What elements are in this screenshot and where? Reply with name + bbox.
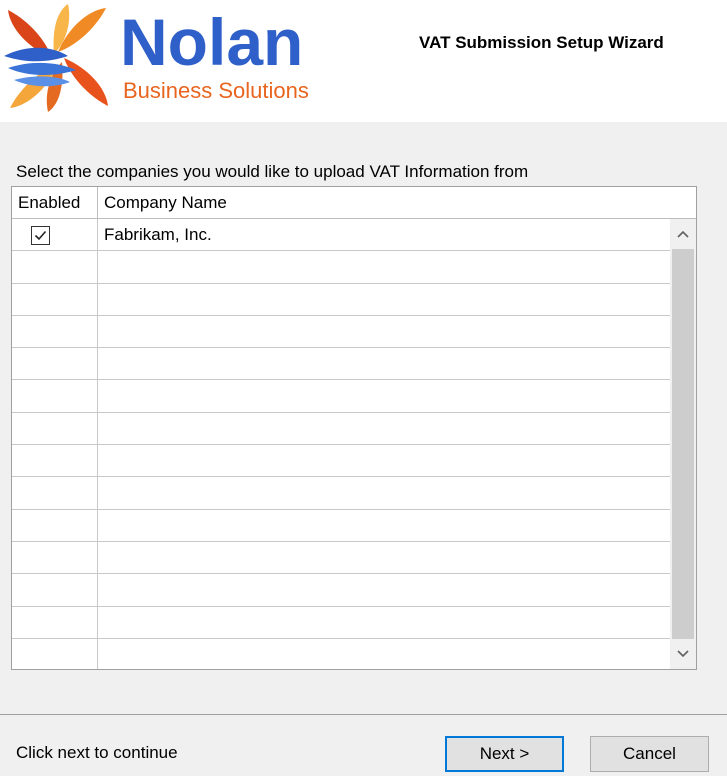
- table-row[interactable]: [12, 445, 670, 478]
- cell-enabled[interactable]: [12, 380, 98, 412]
- table-row[interactable]: [12, 251, 670, 284]
- logo-subtitle: Business Solutions: [123, 78, 309, 103]
- cell-enabled[interactable]: [12, 541, 98, 574]
- table-row[interactable]: Fabrikam, Inc.: [12, 219, 670, 252]
- table-row[interactable]: [12, 541, 670, 575]
- table-row[interactable]: [12, 477, 670, 510]
- table-row[interactable]: [12, 315, 670, 349]
- table-row[interactable]: [12, 283, 670, 316]
- nolan-pinwheel-logo-icon: [2, 2, 114, 114]
- column-header-company-name[interactable]: Company Name: [98, 187, 227, 218]
- cell-enabled[interactable]: [12, 348, 98, 380]
- grid-rows: Fabrikam, Inc.: [12, 219, 670, 669]
- next-button[interactable]: Next >: [445, 736, 564, 772]
- table-row[interactable]: [12, 509, 670, 542]
- table-row[interactable]: [12, 638, 670, 669]
- cell-company-name[interactable]: Fabrikam, Inc.: [104, 219, 212, 250]
- chevron-up-icon[interactable]: [670, 219, 696, 249]
- scrollbar-thumb[interactable]: [672, 249, 694, 639]
- footer-divider: [0, 714, 727, 715]
- table-row[interactable]: [12, 348, 670, 381]
- chevron-down-icon[interactable]: [670, 639, 696, 669]
- footer-hint: Click next to continue: [16, 743, 178, 762]
- cell-enabled[interactable]: [12, 283, 98, 315]
- vertical-scrollbar[interactable]: [670, 219, 696, 669]
- grid-header: Enabled Company Name: [12, 187, 696, 219]
- checkmark-icon: [34, 230, 47, 241]
- cell-enabled[interactable]: [12, 606, 98, 638]
- cell-enabled[interactable]: [12, 315, 98, 348]
- cell-enabled[interactable]: [12, 445, 98, 477]
- enabled-checkbox[interactable]: [31, 226, 50, 245]
- company-grid[interactable]: Enabled Company Name Fabrikam, Inc.: [11, 186, 697, 670]
- wizard-title: VAT Submission Setup Wizard: [419, 33, 664, 52]
- column-header-enabled[interactable]: Enabled: [12, 187, 98, 218]
- cell-enabled[interactable]: [12, 638, 98, 669]
- cell-enabled[interactable]: [12, 219, 98, 251]
- table-row[interactable]: [12, 380, 670, 413]
- cell-enabled[interactable]: [12, 477, 98, 509]
- table-row[interactable]: [12, 412, 670, 446]
- table-row[interactable]: [12, 574, 670, 607]
- cell-enabled[interactable]: [12, 574, 98, 606]
- cell-enabled[interactable]: [12, 509, 98, 541]
- cell-enabled[interactable]: [12, 412, 98, 445]
- wizard-header: Nolan Business Solutions VAT Submission …: [0, 0, 727, 122]
- cancel-button[interactable]: Cancel: [590, 736, 709, 772]
- logo-wordmark: Nolan: [120, 5, 304, 79]
- table-row[interactable]: [12, 606, 670, 639]
- cell-enabled[interactable]: [12, 251, 98, 283]
- instruction-label: Select the companies you would like to u…: [16, 162, 529, 181]
